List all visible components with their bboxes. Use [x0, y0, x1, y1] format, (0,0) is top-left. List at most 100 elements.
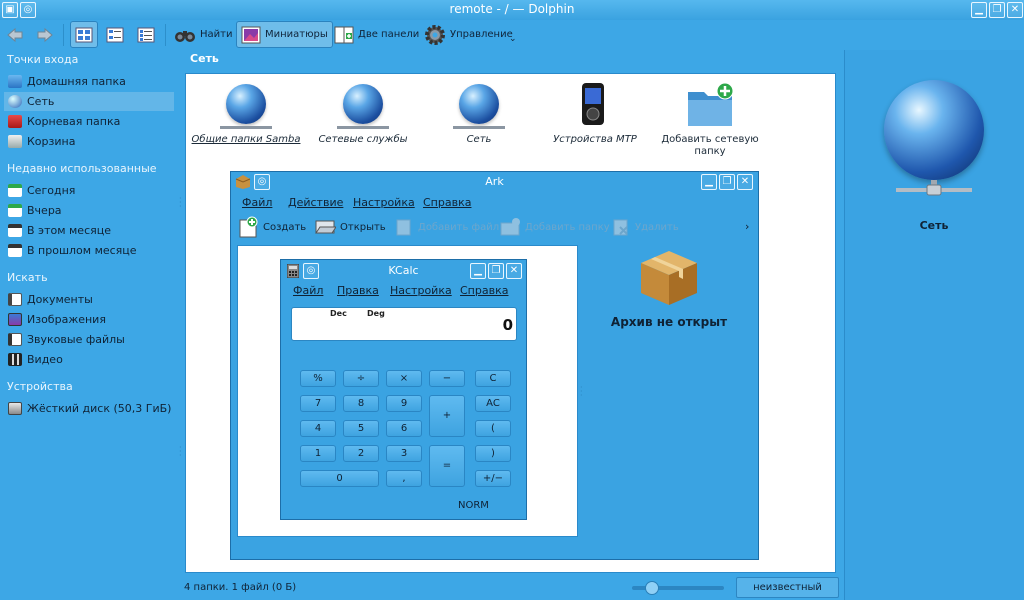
control-menu-button[interactable]: Управление ⌄	[420, 21, 517, 48]
ark-menu-settings[interactable]: Настройка	[353, 196, 415, 209]
recent-last-month[interactable]: В прошлом месяце	[4, 241, 174, 260]
device-hard-disk[interactable]: Жёсткий диск (50,3 ГиБ)	[4, 399, 174, 418]
ark-delete-button[interactable]: Удалить	[611, 214, 679, 240]
ark-close-button[interactable]: ✕	[737, 174, 753, 190]
kcalc-close-button[interactable]: ✕	[506, 263, 522, 279]
key-equals[interactable]: =	[429, 445, 465, 487]
resize-handle[interactable]: · · ·	[179, 444, 182, 460]
key-plus[interactable]: +	[429, 395, 465, 437]
key-paren-close[interactable]: )	[475, 445, 511, 462]
search-documents[interactable]: Документы	[4, 290, 174, 309]
key-7[interactable]: 7	[300, 395, 336, 412]
preview-button[interactable]: Миниатюры	[236, 21, 333, 48]
images-icon	[8, 313, 22, 326]
pin-icon[interactable]: ◎	[20, 2, 36, 18]
key-8[interactable]: 8	[343, 395, 379, 412]
place-home[interactable]: Домашняя папка	[4, 72, 174, 91]
maximize-button[interactable]: ❐	[989, 2, 1005, 18]
item-network-services[interactable]: Сетевые службы	[303, 82, 423, 146]
pin-icon[interactable]: ◎	[303, 263, 319, 279]
archive-box-icon	[641, 251, 697, 305]
key-6[interactable]: 6	[386, 420, 422, 437]
split-button[interactable]: Две панели	[330, 21, 423, 48]
home-folder-icon	[8, 75, 22, 88]
ark-new-button[interactable]: Создать	[237, 214, 306, 240]
item-add-network-folder[interactable]: Добавить сетевую папку	[650, 82, 770, 158]
hard-disk-icon	[8, 402, 22, 415]
icons-view-button[interactable]	[70, 21, 98, 48]
network-globe-icon	[453, 84, 505, 129]
media-player-icon	[582, 83, 604, 125]
recent-this-month[interactable]: В этом месяце	[4, 221, 174, 240]
window-menu-icon[interactable]: ▣	[2, 2, 18, 18]
kcalc-menu-file[interactable]: Файл	[293, 284, 323, 297]
binoculars-icon	[175, 30, 195, 42]
ark-add-folder-button[interactable]: Добавить папку	[499, 214, 610, 240]
search-images[interactable]: Изображения	[4, 310, 174, 329]
location-bar[interactable]: Сеть	[190, 52, 219, 65]
forward-arrow-icon	[37, 27, 53, 42]
ark-menu-help[interactable]: Справка	[423, 196, 471, 209]
key-all-clear[interactable]: AC	[475, 395, 511, 412]
key-1[interactable]: 1	[300, 445, 336, 462]
ark-add-file-button[interactable]: Добавить файл	[394, 214, 499, 240]
kcalc-menu-settings[interactable]: Настройка	[390, 284, 452, 297]
space-info-button[interactable]: неизвестный размер	[736, 577, 839, 598]
key-decimal[interactable]: ,	[386, 470, 422, 487]
compact-view-button[interactable]	[102, 21, 128, 48]
recent-yesterday[interactable]: Вчера	[4, 201, 174, 220]
key-0[interactable]: 0	[300, 470, 379, 487]
calculator-app-icon[interactable]	[287, 264, 299, 278]
toolbar-overflow-chevron-icon[interactable]: ›	[745, 220, 749, 233]
search-video[interactable]: Видео	[4, 350, 174, 369]
ark-menu-action[interactable]: Действие	[288, 196, 343, 209]
key-clear[interactable]: C	[475, 370, 511, 387]
key-2[interactable]: 2	[343, 445, 379, 462]
kcalc-minimize-button[interactable]: ▁	[470, 263, 486, 279]
separator	[165, 24, 166, 46]
kcalc-menu-edit[interactable]: Правка	[337, 284, 379, 297]
ark-maximize-button[interactable]: ❐	[719, 174, 735, 190]
calendar-icon	[8, 204, 22, 217]
place-root[interactable]: Корневая папка	[4, 112, 174, 131]
kcalc-menu-help[interactable]: Справка	[460, 284, 508, 297]
pin-icon[interactable]: ◎	[254, 174, 270, 190]
key-divide[interactable]: ÷	[343, 370, 379, 387]
find-button[interactable]: Найти	[170, 21, 236, 48]
section-places: Точки входа	[7, 53, 79, 66]
minimize-button[interactable]: ▁	[971, 2, 987, 18]
find-label: Найти	[200, 29, 233, 40]
ark-minimize-button[interactable]: ▁	[701, 174, 717, 190]
zoom-slider-handle[interactable]	[645, 581, 659, 595]
key-3[interactable]: 3	[386, 445, 422, 462]
forward-button[interactable]	[32, 21, 56, 48]
ark-menu-file[interactable]: Файл	[242, 196, 272, 209]
details-view-button[interactable]	[133, 21, 159, 48]
ark-app-icon[interactable]	[235, 174, 251, 190]
place-trash[interactable]: Корзина	[4, 132, 174, 151]
search-audio[interactable]: Звуковые файлы	[4, 330, 174, 349]
key-percent[interactable]: %	[300, 370, 336, 387]
ark-open-button[interactable]: Открыть	[314, 214, 386, 240]
close-button[interactable]: ✕	[1007, 2, 1023, 18]
key-5[interactable]: 5	[343, 420, 379, 437]
back-button[interactable]	[2, 21, 26, 48]
network-globe-icon	[8, 95, 22, 108]
key-4[interactable]: 4	[300, 420, 336, 437]
key-minus[interactable]: −	[429, 370, 465, 387]
splitter-handle[interactable]: · · ·	[580, 384, 583, 400]
preview-label: Миниатюры	[265, 29, 328, 40]
network-globe-icon	[337, 84, 389, 129]
recent-today[interactable]: Сегодня	[4, 181, 174, 200]
resize-handle[interactable]: · · ·	[179, 195, 182, 211]
item-network[interactable]: Сеть	[419, 82, 539, 146]
place-network[interactable]: Сеть	[4, 92, 174, 111]
item-mtp-devices[interactable]: Устройства MTP	[535, 82, 655, 146]
key-multiply[interactable]: ×	[386, 370, 422, 387]
key-plus-minus[interactable]: +/−	[475, 470, 511, 487]
new-archive-icon	[239, 216, 258, 238]
key-paren-open[interactable]: (	[475, 420, 511, 437]
item-samba-shares[interactable]: Общие папки Samba	[186, 82, 306, 146]
kcalc-maximize-button[interactable]: ❐	[488, 263, 504, 279]
key-9[interactable]: 9	[386, 395, 422, 412]
